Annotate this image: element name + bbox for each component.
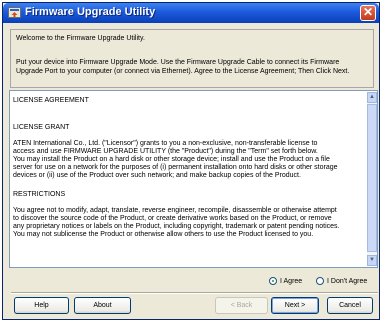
restrictions-heading: RESTRICTIONS bbox=[13, 191, 66, 198]
license-grant-line: You may install the Product on a hard di… bbox=[13, 156, 330, 163]
scroll-thumb[interactable] bbox=[367, 104, 377, 252]
license-scrollbar[interactable]: ▲ ▼ bbox=[367, 92, 377, 266]
disagree-radio-button[interactable] bbox=[316, 277, 324, 285]
license-grant-heading: LICENSE GRANT bbox=[13, 124, 70, 131]
license-grant-line: ATEN International Co., Ltd. ("Licensor"… bbox=[13, 140, 318, 147]
restrictions-line: You agree not to modify, adapt, translat… bbox=[13, 207, 337, 214]
scroll-down-arrow-icon[interactable]: ▼ bbox=[367, 255, 377, 266]
license-grant-line: access and use FIRMWARE UPGRADE UTILITY … bbox=[13, 148, 318, 155]
intro-panel: Welcome to the Firmware Upgrade Utility.… bbox=[10, 29, 374, 88]
instruction-line-2: Upgrade Port to your computer (or connec… bbox=[16, 68, 350, 75]
license-content: LICENSE AGREEMENT LICENSE GRANT ATEN Int… bbox=[13, 94, 365, 264]
close-icon: ✕ bbox=[362, 5, 374, 19]
disagree-radio-label: I Don't Agree bbox=[327, 277, 368, 285]
cancel-button[interactable]: Cancel bbox=[327, 297, 373, 314]
button-divider bbox=[11, 292, 378, 294]
agree-radio-option[interactable]: I Agree bbox=[269, 277, 302, 289]
license-agreement-heading: LICENSE AGREEMENT bbox=[13, 97, 89, 104]
restrictions-line: to discover the source code of the Produ… bbox=[13, 215, 332, 222]
agree-radio-label: I Agree bbox=[280, 277, 303, 285]
license-grant-line: devices or (ii) use of the Product over … bbox=[13, 172, 301, 179]
upgrade-utility-window: Firmware Upgrade Utility ✕ Welcome to th… bbox=[2, 2, 380, 320]
instruction-line-1: Put your device into Firmware Upgrade Mo… bbox=[16, 59, 340, 66]
next-button[interactable]: Next > bbox=[271, 297, 319, 314]
agree-radio-button[interactable] bbox=[269, 277, 277, 285]
window-title: Firmware Upgrade Utility bbox=[25, 6, 156, 18]
license-grant-line: server for use on a network for the purp… bbox=[13, 164, 338, 171]
title-bar[interactable]: Firmware Upgrade Utility ✕ bbox=[3, 3, 379, 23]
restrictions-line: any proprietary notices or labels on the… bbox=[13, 223, 340, 230]
firmware-app-icon bbox=[8, 7, 21, 18]
scroll-up-arrow-icon[interactable]: ▲ bbox=[367, 92, 377, 103]
restrictions-line: You may not sublicense the Product or ot… bbox=[13, 231, 314, 238]
close-button[interactable]: ✕ bbox=[360, 5, 376, 21]
about-button[interactable]: About bbox=[74, 297, 131, 314]
license-text-box[interactable]: LICENSE AGREEMENT LICENSE GRANT ATEN Int… bbox=[9, 90, 378, 268]
welcome-text: Welcome to the Firmware Upgrade Utility. bbox=[16, 35, 145, 42]
back-button[interactable]: < Back bbox=[215, 297, 268, 314]
help-button[interactable]: Help bbox=[14, 297, 69, 314]
disagree-radio-option[interactable]: I Don't Agree bbox=[316, 277, 367, 289]
